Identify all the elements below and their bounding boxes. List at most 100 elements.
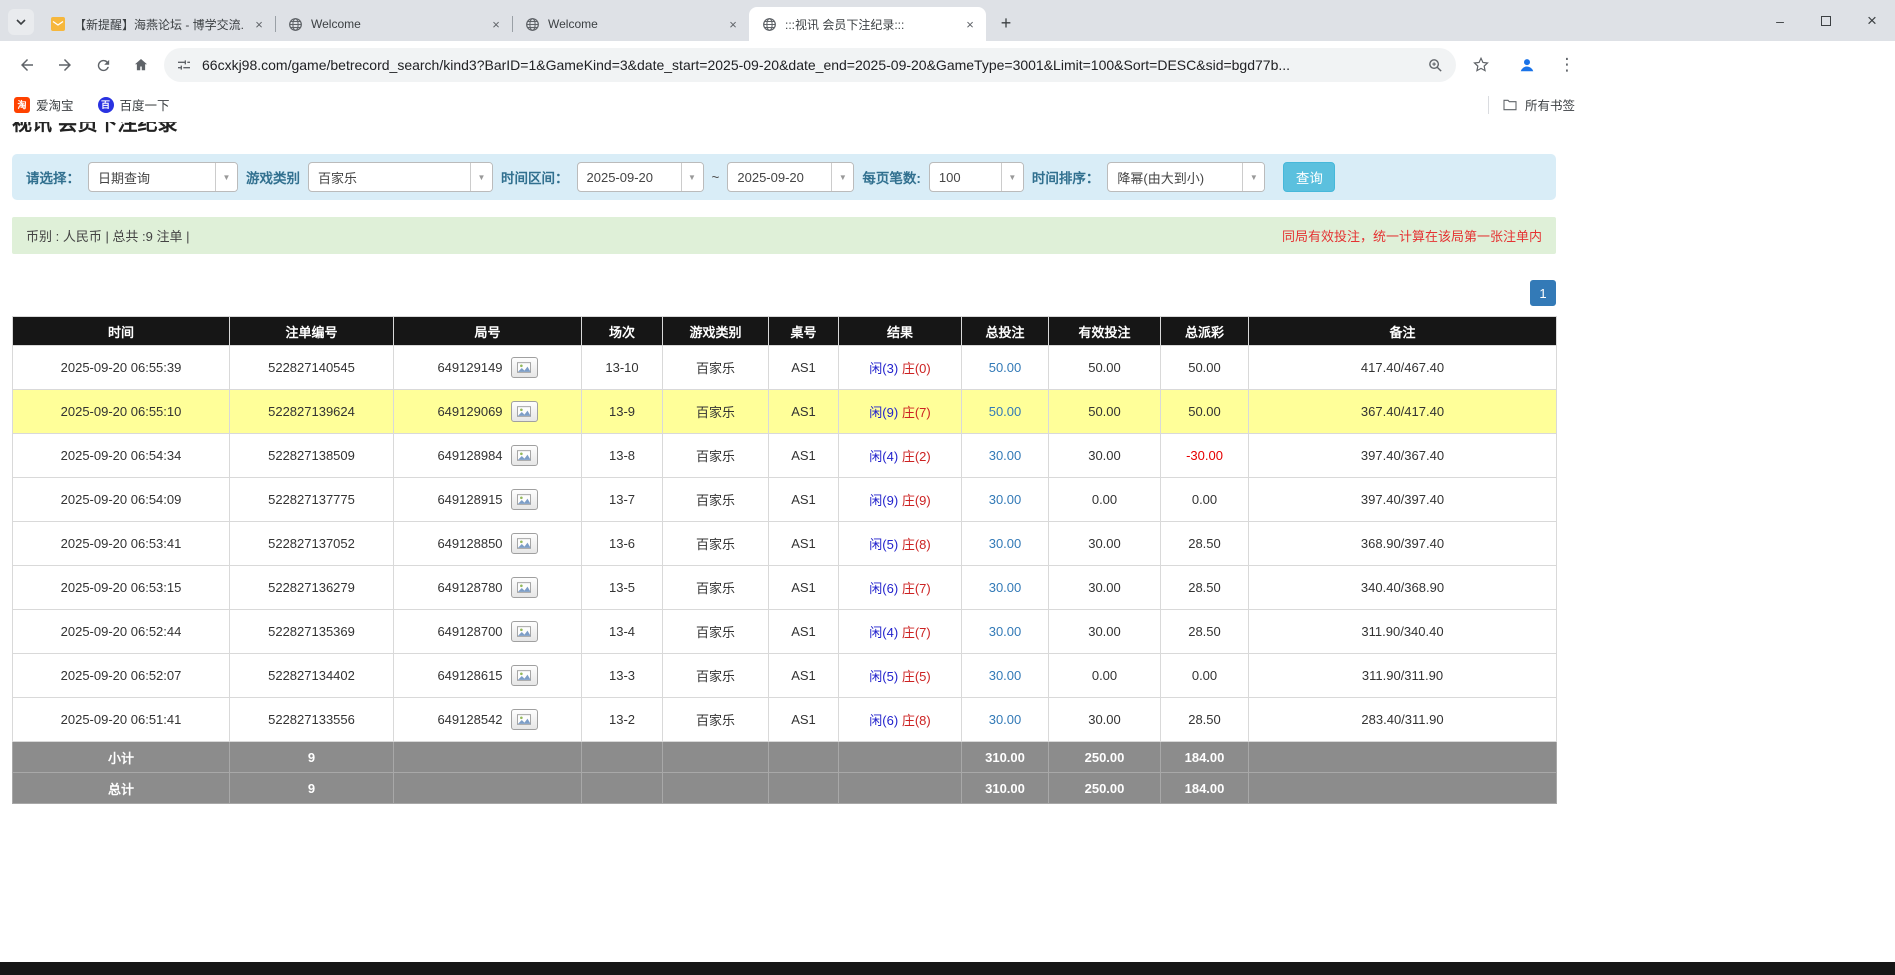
- table-no-cell: AS1: [769, 698, 839, 742]
- url-bar[interactable]: 66cxkj98.com/game/betrecord_search/kind3…: [164, 48, 1456, 82]
- round-cell: 649129069: [394, 390, 582, 434]
- window-controls: – ×: [1757, 0, 1895, 41]
- page-size-label: 每页笔数:: [862, 167, 921, 187]
- bet-id-cell: 522827136279: [230, 566, 394, 610]
- search-button[interactable]: 查询: [1283, 162, 1335, 192]
- tab-search-button[interactable]: [8, 9, 34, 35]
- note-cell: 367.40/417.40: [1249, 390, 1557, 434]
- bet-id-cell: 522827134402: [230, 654, 394, 698]
- game-type-label: 游戏类别: [246, 167, 300, 187]
- query-type-select[interactable]: 日期查询 ▼: [88, 162, 238, 192]
- bet-id-cell: 522827135369: [230, 610, 394, 654]
- total-bet-cell[interactable]: 30.00: [962, 698, 1049, 742]
- table-row: 2025-09-20 06:55:10 522827139624 6491290…: [13, 390, 1557, 434]
- round-image-button[interactable]: [511, 577, 538, 598]
- time-cell: 2025-09-20 06:55:10: [13, 390, 230, 434]
- sort-label: 时间排序：: [1032, 167, 1100, 187]
- total-bet-cell[interactable]: 30.00: [962, 566, 1049, 610]
- round-image-button[interactable]: [511, 489, 538, 510]
- site-settings-icon: [176, 57, 192, 73]
- date-end-select[interactable]: 2025-09-20 ▼: [727, 162, 854, 192]
- note-cell: 417.40/467.40: [1249, 346, 1557, 390]
- column-header: 总投注: [962, 317, 1049, 346]
- close-button[interactable]: ×: [1849, 0, 1895, 41]
- picture-icon: [517, 714, 531, 725]
- round-image-button[interactable]: [511, 709, 538, 730]
- refresh-button[interactable]: [86, 48, 120, 82]
- note-cell: 311.90/311.90: [1249, 654, 1557, 698]
- summary-cell: [1249, 742, 1557, 773]
- tab-close-icon[interactable]: ×: [251, 16, 267, 32]
- payout-cell: -30.00: [1161, 434, 1249, 478]
- tab-close-icon[interactable]: ×: [488, 16, 504, 32]
- round-cell: 649128615: [394, 654, 582, 698]
- tab-close-icon[interactable]: ×: [962, 16, 978, 32]
- new-tab-button[interactable]: +: [992, 9, 1020, 37]
- round-image-button[interactable]: [511, 533, 538, 554]
- round-image-button[interactable]: [511, 357, 538, 378]
- maximize-button[interactable]: [1803, 0, 1849, 41]
- round-image-button[interactable]: [511, 401, 538, 422]
- url-text[interactable]: 66cxkj98.com/game/betrecord_search/kind3…: [202, 57, 1417, 73]
- round-image-button[interactable]: [511, 665, 538, 686]
- bet-id-cell: 522827138509: [230, 434, 394, 478]
- round-cell: 649128542: [394, 698, 582, 742]
- valid-bet-cell: 30.00: [1049, 566, 1161, 610]
- zoom-icon[interactable]: [1427, 57, 1444, 74]
- folder-icon: [1502, 97, 1518, 113]
- total-bet-cell[interactable]: 50.00: [962, 390, 1049, 434]
- star-icon: [1472, 56, 1490, 74]
- round-cell: 649129149: [394, 346, 582, 390]
- browser-menu-button[interactable]: ⋮: [1550, 48, 1584, 82]
- globe-icon: [761, 16, 777, 32]
- total-bet-cell[interactable]: 30.00: [962, 654, 1049, 698]
- summary-left-text: 币别 : 人民币 | 总共 :9 注单 |: [26, 226, 190, 245]
- note-cell: 397.40/367.40: [1249, 434, 1557, 478]
- browser-tab-active[interactable]: :::视讯 会员下注纪录:::×: [749, 7, 986, 41]
- total-bet-cell[interactable]: 30.00: [962, 478, 1049, 522]
- table-no-cell: AS1: [769, 610, 839, 654]
- game-type-select[interactable]: 百家乐 ▼: [308, 162, 493, 192]
- browser-tab[interactable]: Welcome×: [512, 7, 749, 41]
- note-cell: 340.40/368.90: [1249, 566, 1557, 610]
- home-button[interactable]: [124, 48, 158, 82]
- profile-icon: [1517, 55, 1537, 75]
- bookmark-item-baidu[interactable]: 百 百度一下: [98, 95, 170, 114]
- round-cell: 649128700: [394, 610, 582, 654]
- total-bet-cell[interactable]: 30.00: [962, 434, 1049, 478]
- total-bet-cell[interactable]: 30.00: [962, 610, 1049, 654]
- date-start-select[interactable]: 2025-09-20 ▼: [577, 162, 704, 192]
- round-image-button[interactable]: [511, 445, 538, 466]
- page-size-select[interactable]: 100 ▼: [929, 162, 1024, 192]
- forward-button[interactable]: [48, 48, 82, 82]
- total-bet-cell[interactable]: 50.00: [962, 346, 1049, 390]
- page-button[interactable]: 1: [1530, 280, 1556, 306]
- column-header: 备注: [1249, 317, 1557, 346]
- round-cell: 649128984: [394, 434, 582, 478]
- table-row: 2025-09-20 06:53:41 522827137052 6491288…: [13, 522, 1557, 566]
- table-row: 2025-09-20 06:53:15 522827136279 6491287…: [13, 566, 1557, 610]
- browser-tab[interactable]: 【新提醒】海燕论坛 - 博学交流...×: [38, 7, 275, 41]
- table-no-cell: AS1: [769, 434, 839, 478]
- bookmarks-bar: 淘 爱淘宝 百 百度一下 所有书签: [0, 89, 1895, 120]
- sort-select[interactable]: 降幂(由大到小) ▼: [1107, 162, 1265, 192]
- round-image-button[interactable]: [511, 621, 538, 642]
- session-cell: 13-10: [582, 346, 663, 390]
- picture-icon: [517, 538, 531, 549]
- payout-cell: 28.50: [1161, 610, 1249, 654]
- total-bet-cell[interactable]: 30.00: [962, 522, 1049, 566]
- summary-cell: [769, 773, 839, 804]
- bookmark-item-taobao[interactable]: 淘 爱淘宝: [14, 95, 74, 114]
- all-bookmarks-button[interactable]: 所有书签: [1488, 95, 1575, 114]
- profile-button[interactable]: [1510, 48, 1544, 82]
- minimize-button[interactable]: –: [1757, 0, 1803, 41]
- subtotal-valid-bet: 250.00: [1049, 742, 1161, 773]
- home-icon: [132, 56, 150, 74]
- bookmark-star-button[interactable]: [1464, 48, 1498, 82]
- valid-bet-cell: 30.00: [1049, 698, 1161, 742]
- browser-tab[interactable]: Welcome×: [275, 7, 512, 41]
- tab-close-icon[interactable]: ×: [725, 16, 741, 32]
- back-button[interactable]: [10, 48, 44, 82]
- valid-bet-cell: 30.00: [1049, 522, 1161, 566]
- summary-cell: [582, 742, 663, 773]
